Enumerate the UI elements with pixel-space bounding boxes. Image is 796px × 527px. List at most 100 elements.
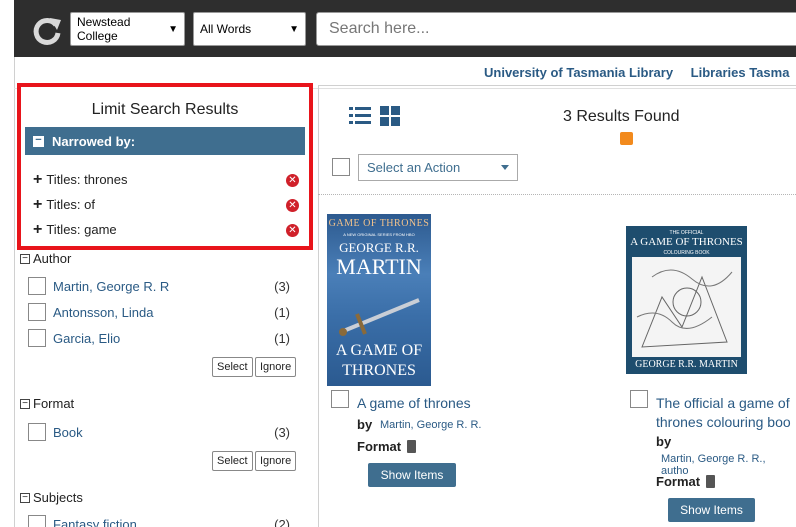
cover-author: GEORGE R.R. MARTIN: [635, 359, 738, 370]
facet-label[interactable]: Fantasy fiction: [53, 517, 270, 527]
format-label: Format: [656, 474, 701, 489]
facet-label[interactable]: Martin, George R. R: [53, 279, 270, 294]
facet-count: (2): [274, 516, 290, 527]
filter-row: + Titles: thrones ✕: [33, 170, 299, 190]
book-cover-a-game-of-thrones[interactable]: GAME OF THRONES A NEW ORIGINAL SERIES FR…: [327, 214, 431, 386]
format-line: Format: [357, 439, 417, 454]
facet-item: Antonsson, Linda (1): [28, 302, 290, 322]
facet-label[interactable]: Garcia, Elio: [53, 331, 270, 346]
format-line: Format: [656, 474, 716, 489]
cover-author-line2: MARTIN: [336, 254, 422, 279]
facet-item: Garcia, Elio (1): [28, 328, 290, 348]
link-utas-library[interactable]: University of Tasmania Library: [484, 65, 673, 80]
filter-label: Titles: game: [46, 222, 117, 237]
result-checkbox[interactable]: [331, 390, 349, 408]
facet-subjects-header[interactable]: − Subjects: [20, 490, 83, 505]
facet-checkbox[interactable]: [28, 303, 46, 321]
facet-checkbox[interactable]: [28, 329, 46, 347]
facet-format-heading: Format: [33, 396, 75, 411]
facet-item: Fantasy fiction (2): [28, 514, 290, 527]
remove-filter-icon[interactable]: ✕: [286, 173, 299, 187]
collapse-icon: −: [20, 398, 30, 409]
author-ignore-button[interactable]: Ignore: [255, 357, 297, 377]
chevron-down-icon: ▼: [168, 23, 178, 35]
remove-filter-icon[interactable]: ✕: [286, 223, 299, 237]
facet-author-header[interactable]: − Author: [20, 251, 71, 266]
facet-checkbox[interactable]: [28, 515, 46, 527]
book-cover-colouring-book[interactable]: THE OFFICIAL A GAME OF THRONES COLOURING…: [626, 226, 747, 374]
format-ignore-button[interactable]: Ignore: [255, 451, 297, 471]
result-author[interactable]: Martin, George R. R.: [380, 419, 481, 431]
limit-panel-title: Limit Search Results: [91, 101, 239, 118]
limit-search-panel: Limit Search Results − Narrowed by: + Tit…: [17, 83, 313, 250]
plus-icon: +: [33, 171, 43, 188]
narrowed-by-label: Narrowed by:: [52, 133, 136, 149]
library-select[interactable]: Newstead College ▼: [70, 12, 185, 46]
top-bar: Newstead College ▼ All Words ▼ Search he…: [0, 0, 796, 57]
facet-subjects-heading: Subjects: [33, 490, 83, 505]
facet-count: (3): [274, 278, 290, 294]
cover-title-line1: A GAME OF: [335, 342, 423, 359]
facet-format-header[interactable]: − Format: [20, 396, 74, 411]
cover-subtitle: COLOURING BOOK: [663, 250, 710, 256]
format-select-button[interactable]: Select: [212, 451, 253, 471]
grid-view-icon[interactable]: [380, 106, 400, 126]
search-mode-value: All Words: [200, 22, 252, 36]
result-title[interactable]: The official a game of thrones colouring…: [656, 394, 796, 432]
chevron-down-icon: ▼: [289, 23, 299, 35]
by-label: by: [656, 434, 672, 449]
sword-illustration: [339, 298, 420, 336]
facet-checkbox[interactable]: [28, 277, 46, 295]
facet-item: Book (3): [28, 422, 290, 442]
facet-count: (3): [274, 424, 290, 440]
plus-icon: +: [33, 221, 43, 238]
link-libraries-tasmania[interactable]: Libraries Tasma: [691, 65, 790, 80]
filter-row: + Titles: of ✕: [33, 195, 299, 215]
search-placeholder: Search here...: [329, 20, 430, 37]
library-links: University of Tasmania Library Libraries…: [484, 65, 796, 80]
show-items-button[interactable]: Show Items: [668, 498, 755, 522]
format-label: Format: [357, 439, 402, 454]
line-art-illustration: [632, 257, 741, 357]
facet-label[interactable]: Antonsson, Linda: [53, 305, 270, 320]
remove-filter-icon[interactable]: ✕: [286, 198, 299, 212]
filter-row: + Titles: game ✕: [33, 220, 299, 240]
result-title[interactable]: A game of thrones: [357, 394, 507, 413]
action-select[interactable]: Select an Action: [358, 154, 518, 181]
collapse-icon: −: [20, 253, 30, 264]
select-all-checkbox[interactable]: [332, 158, 350, 176]
book-icon: [407, 440, 417, 453]
book-icon: [706, 475, 716, 488]
rss-icon[interactable]: [620, 132, 633, 145]
facet-count: (1): [274, 330, 290, 346]
filter-label: Titles: of: [46, 197, 95, 212]
left-border: [14, 57, 15, 527]
filter-label: Titles: thrones: [46, 172, 128, 187]
by-label: by: [357, 417, 373, 432]
list-view-icon[interactable]: [349, 106, 371, 126]
narrowed-by-header[interactable]: − Narrowed by:: [25, 127, 305, 155]
search-input[interactable]: Search here...: [316, 12, 796, 46]
collapse-icon: −: [33, 134, 44, 147]
facet-checkbox[interactable]: [28, 423, 46, 441]
cover-tagline: A NEW ORIGINAL SERIES FROM HBO: [343, 232, 415, 237]
result-checkbox[interactable]: [630, 390, 648, 408]
collapse-icon: −: [20, 492, 30, 503]
refresh-icon[interactable]: [30, 14, 64, 48]
library-select-value: Newstead College: [77, 15, 131, 43]
facet-label[interactable]: Book: [53, 425, 270, 440]
results-divider: [318, 194, 796, 195]
facet-count: (1): [274, 304, 290, 320]
author-select-button[interactable]: Select: [212, 357, 253, 377]
action-select-value: Select an Action: [367, 160, 461, 175]
results-count: 3 Results Found: [563, 108, 680, 125]
cover-title: A GAME OF THRONES: [630, 236, 743, 248]
cover-series: GAME OF THRONES: [328, 218, 430, 229]
facet-author-heading: Author: [33, 251, 72, 266]
cover-title-line2: THRONES: [342, 362, 416, 379]
search-mode-select[interactable]: All Words ▼: [193, 12, 306, 46]
show-items-button[interactable]: Show Items: [368, 463, 456, 487]
plus-icon: +: [33, 196, 43, 213]
facet-item: Martin, George R. R (3): [28, 276, 290, 296]
caret-down-icon: [501, 165, 509, 170]
